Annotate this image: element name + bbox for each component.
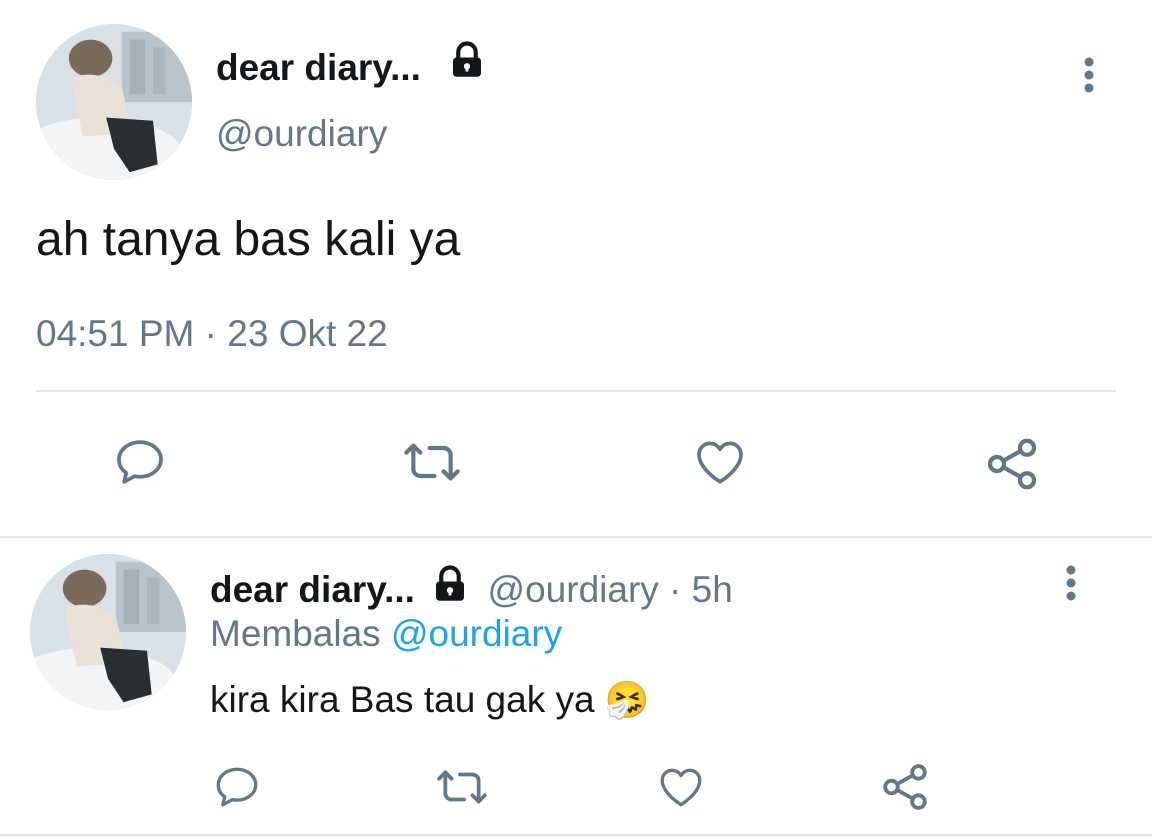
reply-handle[interactable]: @ourdiary: [488, 569, 659, 610]
section-divider: [0, 536, 1152, 538]
sneezing-face-emoji: 🤧: [604, 679, 650, 720]
replying-to-line: Membalas @ourdiary: [210, 612, 562, 656]
reply-text: kira kira Bas tau gak ya 🤧: [210, 676, 650, 724]
like-icon[interactable]: [692, 434, 748, 490]
reply-text-body: kira kira Bas tau gak ya: [210, 679, 595, 720]
reply-share-icon[interactable]: [878, 760, 932, 814]
more-options-icon[interactable]: [1074, 54, 1104, 96]
reply-separator: ·: [669, 569, 682, 610]
reply-like-icon[interactable]: [656, 762, 706, 812]
display-name[interactable]: dear diary...: [216, 46, 421, 90]
replying-prefix: Membalas: [210, 613, 381, 654]
replying-to-link[interactable]: @ourdiary: [391, 613, 562, 654]
avatar[interactable]: [36, 24, 192, 180]
tweet-text: ah tanya bas kali ya: [36, 213, 461, 266]
timestamp[interactable]: 04:51 PM · 23 Okt 22: [36, 312, 388, 356]
reply-icon[interactable]: [112, 434, 168, 490]
share-icon[interactable]: [982, 434, 1042, 494]
reply-display-name[interactable]: dear diary...: [210, 569, 415, 610]
reply-header: dear diary... @ourdiary · 5h: [210, 564, 733, 610]
separator-dot: ·: [204, 313, 217, 354]
reply-retweet-icon[interactable]: [432, 762, 492, 812]
lock-icon: [446, 40, 488, 82]
reply-lock-icon: [429, 564, 471, 606]
reply-age[interactable]: 5h: [692, 569, 733, 610]
divider: [36, 390, 1116, 392]
reply-avatar[interactable]: [30, 554, 186, 710]
reply-reply-icon[interactable]: [212, 762, 262, 812]
handle[interactable]: @ourdiary: [216, 112, 387, 156]
tweet-time: 04:51 PM: [36, 313, 195, 354]
retweet-icon[interactable]: [398, 434, 466, 490]
tweet-date: 23 Okt 22: [227, 313, 388, 354]
reply-more-options-icon[interactable]: [1056, 562, 1086, 604]
bottom-divider: [0, 834, 1152, 836]
